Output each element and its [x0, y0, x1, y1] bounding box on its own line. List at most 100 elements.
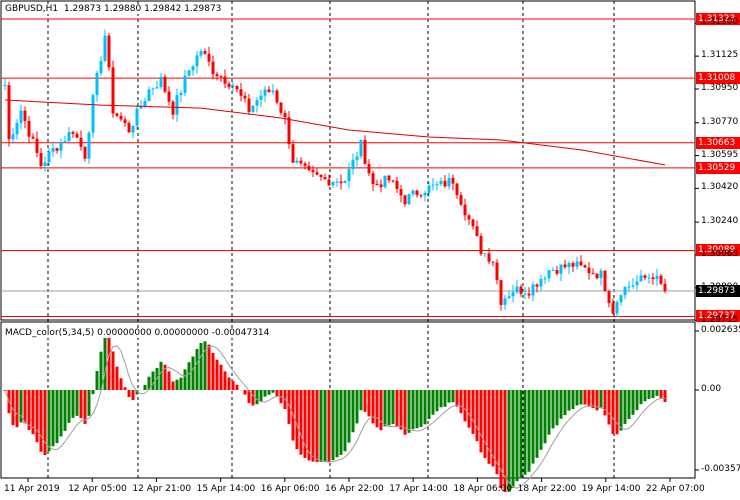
macd-bar: [215, 359, 219, 390]
candle-body: [567, 263, 571, 268]
macd-value-1: 0.00000000: [97, 328, 152, 338]
candle-body: [163, 76, 167, 92]
macd-bar: [359, 390, 363, 411]
macd-bar: [631, 390, 635, 415]
candle-body: [427, 185, 431, 193]
candle-body: [575, 261, 579, 267]
candle-body: [403, 195, 407, 205]
macd-bar: [115, 366, 119, 390]
macd-bar: [407, 390, 411, 433]
macd-bar: [599, 390, 603, 409]
candle-body: [411, 190, 415, 195]
candle-body: [55, 148, 59, 151]
candle-body: [171, 101, 175, 115]
candle-body: [559, 264, 563, 274]
candle-body: [75, 133, 79, 138]
candle-body: [219, 76, 223, 78]
macd-bar: [607, 390, 611, 425]
candle-body: [587, 267, 591, 274]
macd-bar: [203, 341, 207, 390]
candle-body: [279, 102, 283, 113]
candle-body: [555, 270, 559, 274]
macd-bar: [499, 390, 503, 489]
candle-body: [215, 74, 219, 77]
time-axis-label: 16 Apr 22:00: [325, 484, 384, 494]
candle-body: [419, 195, 423, 197]
price-axis-label: 1.30950: [701, 82, 739, 93]
candle-body: [331, 181, 335, 186]
macd-bar: [123, 387, 127, 390]
macd-bar: [167, 371, 171, 390]
candle-body: [523, 293, 527, 295]
candle-body: [643, 275, 647, 278]
macd-bar: [471, 390, 475, 434]
macd-bar: [371, 390, 375, 424]
candle-body: [271, 90, 275, 93]
macd-bar: [531, 390, 535, 464]
candle-body: [511, 292, 515, 297]
macd-bar: [151, 371, 155, 390]
candle-body: [67, 132, 71, 141]
macd-bar: [463, 390, 467, 422]
candle-body: [319, 174, 323, 178]
candle-body: [507, 296, 511, 299]
macd-bar: [275, 390, 279, 397]
time-axis-label: 17 Apr 14:00: [389, 484, 448, 494]
macd-value-2: 0.00000000: [154, 328, 209, 338]
candle-body: [379, 184, 383, 188]
candle-body: [315, 172, 319, 175]
macd-bar: [523, 390, 527, 475]
macd-bar: [391, 390, 395, 425]
candle-body: [395, 180, 399, 189]
candle-body: [655, 275, 659, 280]
chart-canvas[interactable]: [0, 0, 740, 500]
candle-body: [399, 188, 403, 196]
candle-body: [43, 162, 47, 166]
macd-bar: [199, 343, 203, 390]
candle-body: [199, 51, 203, 56]
macd-bar: [327, 390, 331, 463]
candle-body: [239, 89, 243, 96]
macd-bar: [435, 390, 439, 412]
candle-body: [371, 173, 375, 185]
macd-bar: [211, 352, 215, 390]
candle-body: [595, 273, 599, 279]
macd-bar: [71, 390, 75, 418]
macd-bar: [367, 390, 371, 417]
macd-bar: [559, 390, 563, 419]
candle-body: [531, 284, 535, 296]
candle-body: [251, 105, 255, 112]
macd-bar: [235, 384, 239, 390]
candle-body: [591, 273, 595, 275]
candle-body: [283, 112, 287, 118]
macd-bar: [75, 390, 79, 416]
candle-body: [499, 280, 503, 305]
candle-body: [155, 87, 159, 89]
candle-body: [51, 148, 55, 152]
macd-bar: [179, 377, 183, 390]
candle-body: [115, 113, 119, 116]
macd-bar: [663, 390, 667, 403]
macd-bar: [171, 381, 175, 390]
macd-bar: [195, 348, 199, 390]
candle-body: [87, 132, 91, 159]
macd-bar: [655, 390, 659, 396]
macd-bar: [55, 390, 59, 444]
candle-body: [415, 190, 419, 196]
candle-body: [351, 159, 355, 170]
candle-body: [623, 286, 627, 296]
candle-body: [327, 179, 331, 186]
candle-body: [235, 86, 239, 90]
macd-bar: [59, 390, 63, 437]
macd-bar: [331, 390, 335, 461]
macd-bar: [263, 390, 267, 397]
candle-body: [563, 264, 567, 268]
macd-bar: [443, 390, 447, 407]
candle-body: [123, 119, 127, 124]
macd-bar: [419, 390, 423, 427]
macd-bar: [647, 390, 651, 399]
candle-body: [167, 91, 171, 102]
candle-body: [79, 137, 83, 147]
macd-bar: [439, 390, 443, 408]
candle-body: [443, 180, 447, 187]
